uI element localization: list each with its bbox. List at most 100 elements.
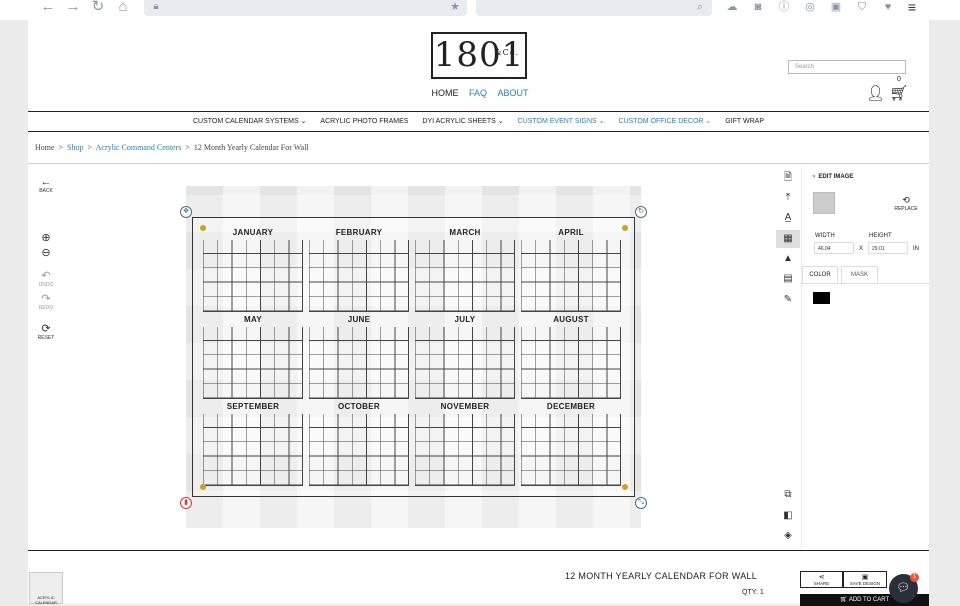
delete-handle-icon[interactable]: ▮ [180, 497, 192, 509]
zoom-in-button[interactable]: ⊕ [34, 232, 58, 244]
reset-label: RESET [37, 335, 55, 341]
text-icon[interactable]: A̲ [776, 209, 800, 227]
tab-mask[interactable]: MASK [841, 266, 878, 283]
calendar-month-name: JUNE [347, 315, 371, 324]
upload-icon[interactable]: ⤒ [776, 189, 800, 207]
image-thumbnail [813, 192, 835, 214]
calendar-month-grid [309, 414, 409, 486]
redo-icon: ↷ [41, 293, 51, 305]
duplicate-icon[interactable]: ⧉ [776, 486, 800, 504]
save-design-button[interactable]: ▣ SAVE DESIGN [843, 571, 887, 588]
rotate-handle-icon[interactable]: ↻ [635, 206, 647, 218]
calendar-image[interactable]: JANUARY FEBRUARY MARCH APRIL MAY JUNE JULY AUGU… [192, 217, 635, 497]
nav-home[interactable]: HOME [431, 88, 458, 98]
calendar-month-grid [309, 327, 409, 399]
calendar-month-name: SEPTEMBER [226, 402, 280, 411]
heart-icon[interactable]: ♥ [880, 0, 896, 16]
calendar-month-grid [203, 240, 303, 312]
calendar-month-name: DECEMBER [546, 402, 596, 411]
star-icon[interactable]: ★ [447, 0, 463, 16]
move-handle-icon[interactable]: ✥ [180, 206, 192, 218]
calendar-month: NOVEMBER [413, 402, 517, 486]
camera-icon[interactable]: ◙ [750, 0, 766, 16]
layers-icon[interactable]: ◈ [776, 527, 800, 545]
zoom-out-button[interactable]: ⊖ [34, 247, 58, 259]
nav-custom-event-signs[interactable]: CUSTOM EVENT SIGNS ⌄ [518, 118, 605, 125]
address-bar[interactable]: 🔒︎ ★ [144, 0, 467, 16]
calendar-month-grid [203, 414, 303, 486]
cloud-download-icon[interactable]: ☁ [724, 0, 740, 16]
resize-handle-icon[interactable]: ⤡ [635, 497, 647, 509]
redo-button[interactable]: ↷ REDO [34, 293, 58, 311]
breadcrumb-shop[interactable]: Shop [67, 143, 83, 152]
gallery-icon[interactable]: ▤ [776, 270, 800, 288]
nav-about[interactable]: ABOUT [498, 88, 529, 98]
quantity-label: QTY: 1 [742, 589, 764, 596]
calendar-month: OCTOBER [307, 402, 411, 486]
browser-search-bar[interactable]: ⌕ [476, 0, 712, 16]
replace-label: REPLACE [894, 206, 918, 212]
eyedropper-icon[interactable]: ✎ [776, 291, 800, 309]
top-nav: HOME FAQ ABOUT [0, 88, 960, 98]
shapes-icon[interactable]: ▲ [776, 250, 800, 268]
lock-icon: 🔒︎ [153, 1, 159, 12]
save-design-label: SAVE DESIGN [849, 581, 881, 586]
add-text-file-icon[interactable]: 🗎 [776, 169, 800, 187]
edit-image-header[interactable]: › EDIT IMAGE [813, 174, 853, 180]
chat-badge: 1 [910, 573, 919, 582]
image-icon[interactable]: ▦ [776, 230, 800, 248]
color-swatch[interactable] [813, 292, 830, 304]
height-label: HEIGHT [869, 233, 892, 239]
edit-panel [801, 165, 929, 550]
briefcase-icon[interactable]: ▣ [828, 0, 844, 16]
cart-icon[interactable]: 🛒︎ [889, 85, 908, 102]
fingerprint-icon[interactable]: ◎ [802, 0, 818, 16]
breadcrumb: Home > Shop > Acrylic Command Centers > … [35, 143, 309, 152]
tab-divider [801, 283, 929, 284]
undo-button[interactable]: ↶ UNDO [34, 270, 58, 288]
redo-label: REDO [38, 305, 54, 311]
product-thumbnail[interactable]: ACRYLIC CALENDAR [29, 572, 63, 605]
arrow-left-icon[interactable]: ← [40, 0, 56, 16]
unit-label: IN [913, 246, 919, 252]
nav-acrylic-photo-frames[interactable]: ACRYLIC PHOTO FRAMES [320, 118, 408, 125]
header-icons: 👤︎ 🛒︎ [866, 84, 908, 102]
reset-button[interactable]: ⟳ RESET [34, 323, 58, 341]
nav-custom-calendar-systems[interactable]: CUSTOM CALENDAR SYSTEMS ⌄ [193, 118, 306, 125]
calendar-month: APRIL [519, 228, 623, 312]
replace-button[interactable]: ⟲ REPLACE [893, 195, 919, 212]
calendar-month-name: MARCH [449, 228, 481, 237]
breadcrumb-home[interactable]: Home [35, 143, 55, 152]
share-icon: ⋖ [818, 574, 825, 581]
search-input[interactable]: Search [788, 60, 906, 74]
menu-icon[interactable]: ≡ [904, 0, 920, 16]
calendar-month: FEBRUARY [307, 228, 411, 312]
corner-dot [622, 225, 628, 231]
nav-dyi-acrylic-sheets[interactable]: DYI ACRYLIC SHEETS ⌄ [422, 118, 503, 125]
shield-icon[interactable]: ⛉ [854, 0, 870, 16]
user-icon[interactable]: 👤︎ [866, 85, 885, 102]
breadcrumb-category[interactable]: Acrylic Command Centers [96, 143, 182, 152]
calendar-month-grid [521, 240, 621, 312]
corner-dot [622, 484, 628, 490]
nav-gift-wrap[interactable]: GIFT WRAP [725, 118, 764, 125]
calendar-month: JANUARY [201, 228, 305, 312]
height-input[interactable]: 29.01 [868, 242, 908, 254]
nav-custom-office-decor[interactable]: CUSTOM OFFICE DECOR ⌄ [618, 118, 711, 125]
home-icon[interactable]: ⌂ [115, 0, 131, 16]
corner-dot [200, 225, 206, 231]
back-button[interactable]: ← BACK [34, 176, 58, 194]
width-input[interactable]: 46.04 [814, 242, 854, 254]
calendar-month: SEPTEMBER [201, 402, 305, 486]
arrow-right-icon[interactable]: → [65, 0, 81, 16]
main-nav: CUSTOM CALENDAR SYSTEMS ⌄ ACRYLIC PHOTO … [28, 111, 929, 132]
tab-color[interactable]: COLOR [802, 266, 838, 283]
share-button[interactable]: ⋖ SHARE [800, 571, 843, 588]
nav-faq[interactable]: FAQ [469, 88, 487, 98]
info-icon[interactable]: ⓘ [776, 0, 792, 16]
reload-icon[interactable]: ↻ [90, 0, 106, 16]
breadcrumb-current: 12 Month Yearly Calendar For Wall [193, 143, 309, 152]
flip-icon[interactable]: ◧ [776, 507, 800, 525]
undo-label: UNDO [38, 282, 54, 288]
site-logo[interactable]: 1801 &Co. [431, 32, 527, 79]
